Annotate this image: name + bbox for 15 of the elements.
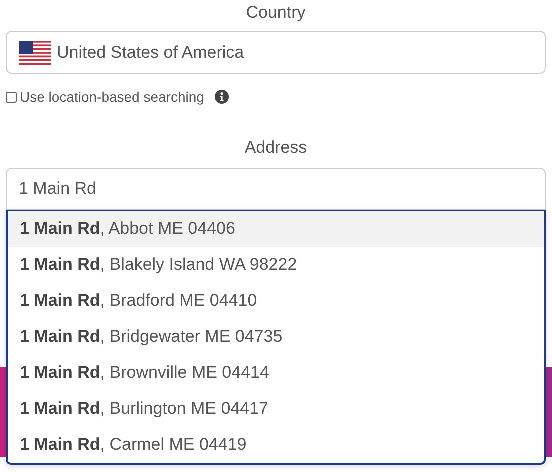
info-icon[interactable] [215, 90, 230, 104]
country-select[interactable]: United States of America [6, 31, 546, 74]
suggestion-item[interactable]: 1 Main Rd, Burlington ME 04417 [8, 391, 544, 427]
suggestion-item[interactable]: 1 Main Rd, Bradford ME 04410 [8, 283, 544, 319]
suggestion-item[interactable]: 1 Main Rd, Abbot ME 04406 [8, 211, 544, 247]
field-label: Address [244, 138, 308, 158]
suggestion-item[interactable]: 1 Main Rd, Brownville ME 04414 [8, 355, 544, 391]
checkbox[interactable] [6, 92, 17, 102]
suggestion-item[interactable]: 1 Main Rd, Bridgewater ME 04735 [8, 319, 544, 355]
suggestion-item[interactable]: 1 Main Rd, Blakely Island WA 98222 [8, 247, 544, 283]
address-input[interactable]: 1 Main Rd [6, 168, 546, 210]
suggestion-item[interactable]: 1 Main Rd, Carmel ME 04419 [8, 427, 544, 463]
field-label: Country [246, 3, 306, 23]
flag-icon [19, 40, 51, 64]
checkbox-label: Use location-based searching [20, 89, 204, 105]
